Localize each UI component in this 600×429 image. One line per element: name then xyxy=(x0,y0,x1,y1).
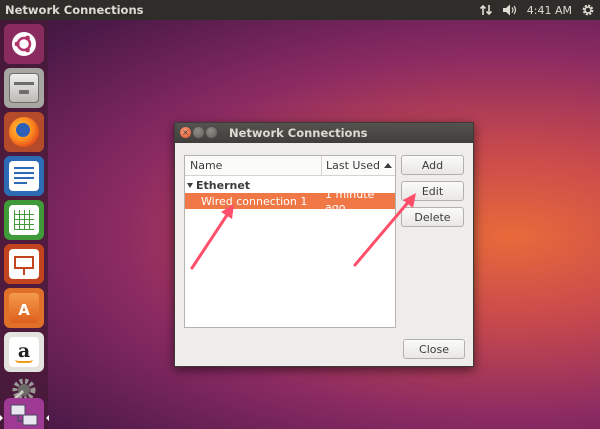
firefox-icon xyxy=(9,117,39,147)
expander-icon[interactable] xyxy=(187,183,193,188)
connection-row-selected[interactable]: Wired connection 1 1 minute ago xyxy=(185,188,395,214)
connection-name: Wired connection 1 xyxy=(201,194,308,208)
network-connections-dialog: × Network Connections Name Last Used Eth… xyxy=(174,122,474,367)
column-header-last-used-label: Last Used xyxy=(326,158,380,172)
clock[interactable]: 4:41 AM xyxy=(527,0,572,20)
launcher: A a xyxy=(0,20,49,429)
window-close-icon[interactable]: × xyxy=(180,127,191,138)
power-gear-icon[interactable] xyxy=(581,0,595,20)
launcher-files[interactable] xyxy=(4,68,44,108)
list-header: Name Last Used xyxy=(185,156,395,176)
connection-list[interactable]: Name Last Used Ethernet Wired connection… xyxy=(184,155,396,328)
add-button[interactable]: Add xyxy=(401,155,464,175)
running-indicator xyxy=(0,415,3,421)
window-maximize-icon[interactable] xyxy=(206,127,217,138)
impress-icon xyxy=(9,249,39,279)
top-panel: Network Connections 4:41 AM xyxy=(0,0,600,20)
network-indicator-icon[interactable] xyxy=(479,0,493,20)
column-header-last-used[interactable]: Last Used xyxy=(322,156,395,175)
column-header-name[interactable]: Name xyxy=(185,156,322,175)
launcher-amazon[interactable]: a xyxy=(4,332,44,372)
ubuntu-dash-icon xyxy=(9,29,39,59)
launcher-network-connections[interactable] xyxy=(0,398,49,429)
focused-indicator xyxy=(46,415,49,421)
group-label: Ethernet xyxy=(196,179,251,192)
sort-ascending-icon xyxy=(383,163,392,168)
dialog-title: Network Connections xyxy=(229,126,368,140)
network-connections-icon xyxy=(9,401,39,429)
launcher-firefox[interactable] xyxy=(4,112,44,152)
close-button[interactable]: Close xyxy=(403,339,465,359)
volume-icon[interactable] xyxy=(502,0,518,20)
launcher-software-center[interactable]: A xyxy=(4,288,44,328)
active-window-title: Network Connections xyxy=(5,3,144,17)
launcher-calc[interactable] xyxy=(4,200,44,240)
indicator-area: 4:41 AM xyxy=(479,0,600,20)
amazon-icon: a xyxy=(9,337,39,367)
edit-button[interactable]: Edit xyxy=(401,181,464,201)
window-minimize-icon[interactable] xyxy=(193,127,204,138)
delete-button[interactable]: Delete xyxy=(401,207,464,227)
connection-last-used: 1 minute ago xyxy=(325,188,375,214)
writer-icon xyxy=(9,161,39,191)
software-center-icon: A xyxy=(9,293,39,323)
launcher-writer[interactable] xyxy=(4,156,44,196)
calc-icon xyxy=(9,205,39,235)
launcher-dash[interactable] xyxy=(4,24,44,64)
dialog-titlebar[interactable]: × Network Connections xyxy=(175,123,473,143)
files-icon xyxy=(9,73,39,103)
launcher-impress[interactable] xyxy=(4,244,44,284)
